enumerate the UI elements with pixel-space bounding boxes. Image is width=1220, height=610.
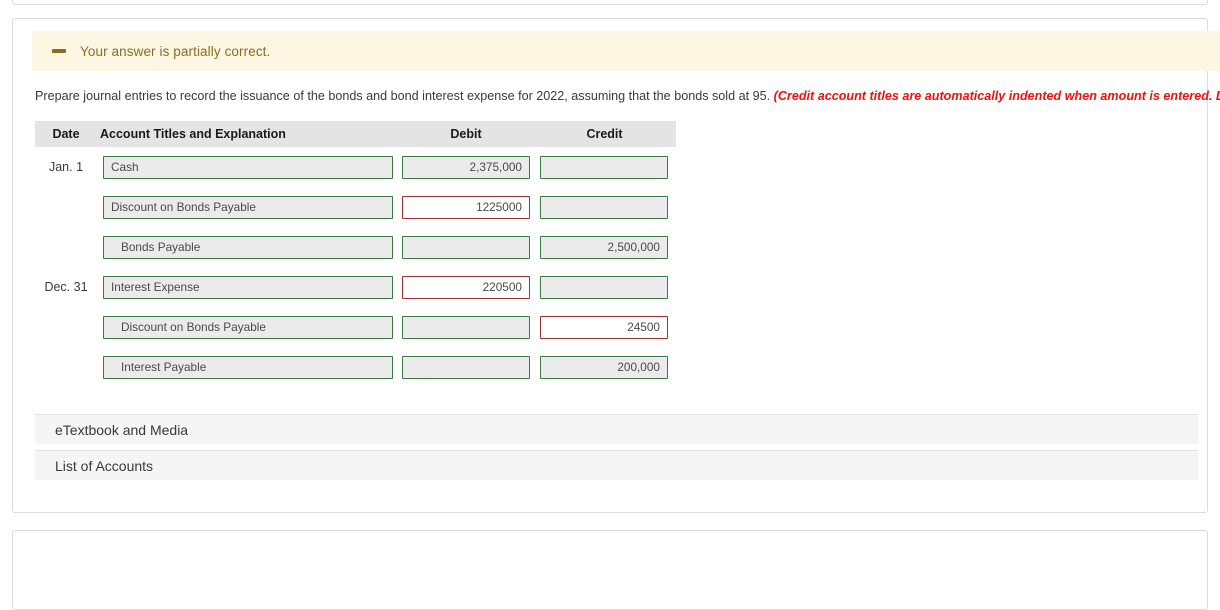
table-body: Jan. 1 Cash 2,375,000 Discount on Bonds Pay… [35,147,676,387]
row-credit-cell: 2,500,000 [535,235,674,259]
debit-amount-input[interactable] [402,235,530,259]
row-debit-cell: 2,375,000 [397,155,535,179]
row-debit-cell: 220500 [397,275,535,299]
row-account-cell: Discount on Bonds Payable [97,195,397,219]
instruction-main-text: Prepare journal entries to record the is… [35,89,774,103]
table-row: Discount on Bonds Payable 1225000 [35,187,676,227]
account-title-input[interactable]: Interest Payable [103,355,393,379]
row-account-cell: Interest Expense [97,275,397,299]
minus-dash-icon [52,49,66,53]
debit-amount-input[interactable] [402,355,530,379]
row-credit-cell [535,275,674,299]
row-debit-cell [397,315,535,339]
question-card: Your answer is partially correct. Prepar… [12,18,1220,513]
etextbook-and-media-label: eTextbook and Media [55,421,189,438]
credit-amount-input[interactable] [540,155,668,179]
row-date-cell: Dec. 31 [44,280,88,294]
credit-amount-input[interactable]: 200,000 [540,355,668,379]
column-header-debit: Debit [450,127,482,141]
list-of-accounts-label: List of Accounts [55,457,154,474]
debit-amount-input[interactable]: 220500 [402,275,530,299]
row-credit-cell [535,195,674,219]
table-row: Discount on Bonds Payable 24500 [35,307,676,347]
column-header-credit: Credit [586,127,623,141]
table-row: Bonds Payable 2,500,000 [35,227,676,267]
list-of-accounts-accordion[interactable]: List of Accounts [35,450,1198,480]
credit-amount-input[interactable] [540,275,668,299]
row-debit-cell [397,355,535,379]
table-row: Interest Payable 200,000 [35,347,676,387]
credit-amount-input[interactable] [540,195,668,219]
previous-question-card-stub [12,0,1208,5]
row-account-cell: Bonds Payable [97,235,397,259]
row-debit-cell: 1225000 [397,195,535,219]
row-date-cell: Jan. 1 [48,160,84,174]
account-title-input[interactable]: Cash [103,155,393,179]
table-row: Dec. 31 Interest Expense 220500 [35,267,676,307]
account-title-input[interactable]: Interest Expense [103,275,393,299]
journal-entry-table: Date Account Titles and Explanation Debi… [35,121,676,387]
account-title-input[interactable]: Bonds Payable [103,235,393,259]
credit-amount-input[interactable]: 24500 [540,315,668,339]
column-header-account: Account Titles and Explanation [100,127,286,141]
column-header-date: Date [52,127,80,141]
question-instruction: Prepare journal entries to record the is… [35,88,1220,104]
debit-amount-input[interactable]: 2,375,000 [402,155,530,179]
answer-status-message: Your answer is partially correct. [80,43,271,59]
table-row: Jan. 1 Cash 2,375,000 [35,147,676,187]
row-credit-cell: 200,000 [535,355,674,379]
account-title-input[interactable]: Discount on Bonds Payable [103,315,393,339]
row-account-cell: Discount on Bonds Payable [97,315,397,339]
row-account-cell: Cash [97,155,397,179]
row-debit-cell [397,235,535,259]
account-title-input[interactable]: Discount on Bonds Payable [103,195,393,219]
debit-amount-input[interactable]: 1225000 [402,195,530,219]
row-credit-cell: 24500 [535,315,674,339]
credit-amount-input[interactable]: 2,500,000 [540,235,668,259]
row-credit-cell [535,155,674,179]
instruction-emphasis-text: (Credit account titles are automatically… [773,89,1220,103]
next-question-card-stub [12,530,1208,610]
debit-amount-input[interactable] [402,315,530,339]
answer-status-alert: Your answer is partially correct. [32,31,1220,71]
row-account-cell: Interest Payable [97,355,397,379]
table-header-row: Date Account Titles and Explanation Debi… [35,121,676,147]
etextbook-and-media-accordion[interactable]: eTextbook and Media [35,414,1198,444]
